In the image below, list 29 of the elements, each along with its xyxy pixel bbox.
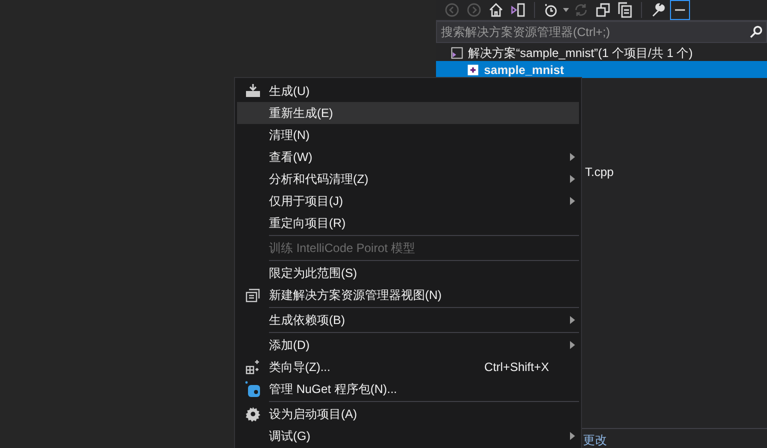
menu-item[interactable]: 限定为此范围(S): [237, 262, 579, 284]
project-icon: [466, 62, 480, 76]
solution-icon: [450, 46, 464, 60]
menu-item[interactable]: 重新生成(E): [237, 102, 579, 124]
menu-item[interactable]: 生成(U): [237, 80, 579, 102]
minimize-icon[interactable]: [670, 0, 690, 20]
menu-item[interactable]: 调试(G): [237, 425, 579, 447]
menu-item[interactable]: 分析和代码清理(Z): [237, 168, 579, 190]
caret-icon[interactable]: [563, 8, 569, 12]
menu-item[interactable]: 管理 NuGet 程序包(N)...: [237, 378, 579, 400]
menu-item[interactable]: 清理(N): [237, 124, 579, 146]
menu-item[interactable]: 类向导(Z)... Ctrl+Shift+X: [237, 356, 579, 378]
menu-item[interactable]: 新建解决方案资源管理器视图(N): [237, 284, 579, 306]
menu-item[interactable]: 重定向项目(R): [237, 212, 579, 234]
build-icon: [245, 83, 261, 99]
panel-tab[interactable]: 更改: [583, 433, 607, 447]
menu-item[interactable]: 生成依赖项(B): [237, 309, 579, 331]
search-field[interactable]: 搜索解决方案资源管理器(Ctrl+;): [436, 21, 767, 43]
search-icon: [749, 25, 763, 39]
wizard-icon: [245, 359, 261, 375]
package-icon: [245, 381, 261, 397]
windows-icon: [245, 287, 261, 303]
menu-item[interactable]: 设为启动项目(A): [237, 403, 579, 425]
gear-icon: [245, 406, 261, 422]
menu-item[interactable]: 查看(W): [237, 146, 579, 168]
tree-item[interactable]: 解决方案“sample_mnist”(1 个项目/共 1 个): [436, 44, 767, 61]
tree-item[interactable]: sample_mnist: [436, 61, 767, 78]
menu-item[interactable]: 添加(D): [237, 334, 579, 356]
menu-item[interactable]: 仅用于项目(J): [237, 190, 579, 212]
